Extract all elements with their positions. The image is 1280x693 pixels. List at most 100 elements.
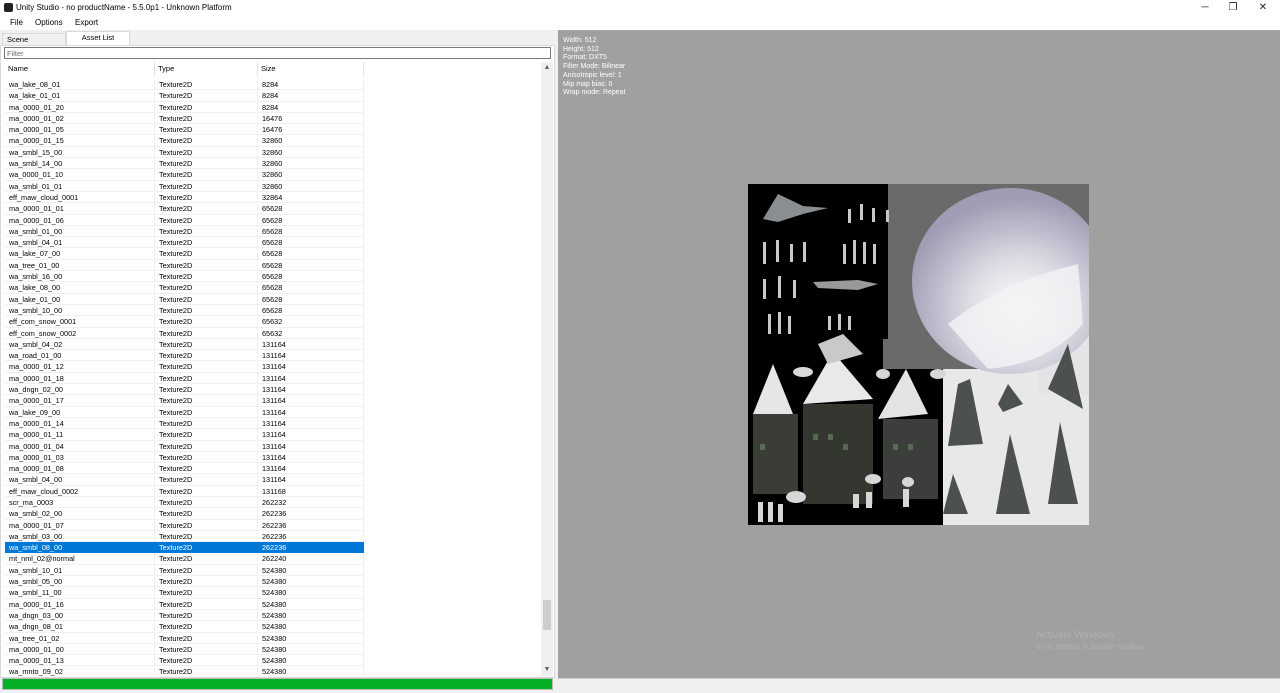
table-row[interactable]: ma_0000_01_13 Texture2D 524380: [5, 655, 541, 667]
table-row[interactable]: wa_mnto_09_02 Texture2D 524380: [5, 666, 541, 676]
table-row[interactable]: ma_0000_01_15 Texture2D 32860: [5, 135, 541, 147]
scroll-thumb[interactable]: [543, 600, 551, 631]
table-row[interactable]: wa_smbl_16_00 Texture2D 65628: [5, 271, 541, 283]
table-row[interactable]: wa_smbl_01_00 Texture2D 65628: [5, 225, 541, 238]
table-row[interactable]: eff_maw_cloud_0002 Texture2D 131168: [5, 485, 541, 497]
column-header-type[interactable]: Type: [155, 62, 258, 76]
table-row[interactable]: ma_0000_01_20 Texture2D 8284: [5, 101, 541, 113]
table-row[interactable]: ma_0000_01_07 Texture2D 262236: [5, 519, 541, 531]
cell-name: ma_0000_01_13: [5, 655, 155, 667]
table-row[interactable]: ma_0000_01_18 Texture2D 131164: [5, 372, 541, 385]
cell-name: wa_smbl_04_02: [5, 338, 155, 351]
column-header-size[interactable]: Size: [258, 62, 364, 76]
table-row[interactable]: wa_dngn_03_00 Texture2D 524380: [5, 609, 541, 622]
table-row[interactable]: wa_smbl_08_00 Texture2D 262236: [5, 542, 541, 554]
table-row[interactable]: wa_smbl_04_00 Texture2D 131164: [5, 474, 541, 486]
table-row[interactable]: wa_smbl_10_01 Texture2D 524380: [5, 564, 541, 577]
table-row[interactable]: eff_maw_cloud_0001 Texture2D 32864: [5, 191, 541, 204]
table-row[interactable]: eff_com_snow_0002 Texture2D 65632: [5, 327, 541, 339]
cell-type: Texture2D: [155, 282, 258, 294]
cell-size: 8284: [258, 79, 364, 91]
cell-type: Texture2D: [155, 271, 258, 283]
table-row[interactable]: ma_0000_01_05 Texture2D 16476: [5, 124, 541, 136]
texture-info: Width: 512 Height: 512 Format: DXT5 Filt…: [563, 37, 626, 98]
cell-type: Texture2D: [155, 542, 258, 554]
table-row[interactable]: ma_0000_01_16 Texture2D 524380: [5, 598, 541, 610]
cell-size: 65628: [258, 271, 364, 283]
table-row[interactable]: wa_tree_01_00 Texture2D 65628: [5, 259, 541, 272]
scroll-down-icon[interactable]: ▼: [541, 664, 553, 676]
cell-size: 65628: [258, 293, 364, 305]
table-row[interactable]: wa_0000_01_10 Texture2D 32860: [5, 169, 541, 181]
table-row[interactable]: wa_smbl_10_00 Texture2D 65628: [5, 304, 541, 317]
filter-input[interactable]: [4, 47, 551, 59]
table-row[interactable]: wa_lake_09_00 Texture2D 131164: [5, 406, 541, 418]
close-button[interactable]: ✕: [1246, 0, 1280, 16]
table-row[interactable]: ma_0000_01_12 Texture2D 131164: [5, 361, 541, 373]
cell-type: Texture2D: [155, 237, 258, 249]
table-row[interactable]: ma_0000_01_04 Texture2D 131164: [5, 440, 541, 452]
table-row[interactable]: ma_0000_01_08 Texture2D 131164: [5, 463, 541, 475]
table-row[interactable]: wa_smbl_02_00 Texture2D 262236: [5, 508, 541, 520]
cell-type: Texture2D: [155, 564, 258, 577]
cell-name: ma_0000_01_02: [5, 112, 155, 125]
table-row[interactable]: wa_lake_01_00 Texture2D 65628: [5, 293, 541, 305]
tab-asset-list[interactable]: Asset List: [66, 31, 130, 46]
cell-name: ma_0000_01_20: [5, 101, 155, 113]
scroll-up-icon[interactable]: ▲: [541, 62, 553, 74]
table-row[interactable]: wa_smbl_01_01 Texture2D 32860: [5, 180, 541, 192]
menu-options[interactable]: Options: [35, 18, 63, 27]
table-row[interactable]: wa_smbl_14_00 Texture2D 32860: [5, 158, 541, 170]
table-row[interactable]: wa_smbl_05_00 Texture2D 524380: [5, 576, 541, 588]
table-row[interactable]: wa_lake_07_00 Texture2D 65628: [5, 248, 541, 260]
table-row[interactable]: ma_0000_01_06 Texture2D 65628: [5, 214, 541, 226]
cell-name: wa_smbl_02_00: [5, 508, 155, 520]
cell-name: wa_smbl_10_00: [5, 304, 155, 317]
table-row[interactable]: wa_smbl_04_01 Texture2D 65628: [5, 237, 541, 249]
tab-strip: Scene Hierarchy Asset List: [0, 31, 555, 56]
info-height: Height: 512: [563, 45, 599, 53]
table-row[interactable]: wa_lake_08_01 Texture2D 8284: [5, 79, 541, 91]
cell-type: Texture2D: [155, 632, 258, 644]
cell-name: wa_smbl_15_00: [5, 146, 155, 159]
table-row[interactable]: mt_nml_02@normal Texture2D 262240: [5, 553, 541, 565]
table-row[interactable]: wa_smbl_11_00 Texture2D 524380: [5, 587, 541, 599]
table-row[interactable]: ma_0000_01_11 Texture2D 131164: [5, 429, 541, 441]
table-row[interactable]: wa_road_01_00 Texture2D 131164: [5, 350, 541, 362]
table-row[interactable]: ma_0000_01_03 Texture2D 131164: [5, 451, 541, 464]
table-row[interactable]: ma_0000_01_01 Texture2D 65628: [5, 203, 541, 215]
cell-type: Texture2D: [155, 327, 258, 339]
table-row[interactable]: ma_0000_01_17 Texture2D 131164: [5, 395, 541, 407]
column-header-name[interactable]: Name: [5, 62, 155, 76]
table-row[interactable]: wa_dngn_08_01 Texture2D 524380: [5, 621, 541, 633]
table-row[interactable]: ma_0000_01_02 Texture2D 16476: [5, 112, 541, 125]
table-row[interactable]: wa_smbl_04_02 Texture2D 131164: [5, 338, 541, 351]
cell-size: 131164: [258, 372, 364, 385]
table-row[interactable]: wa_dngn_02_00 Texture2D 131164: [5, 384, 541, 396]
cell-size: 524380: [258, 598, 364, 610]
table-row[interactable]: ma_0000_01_00 Texture2D 524380: [5, 643, 541, 656]
vertical-scrollbar[interactable]: ▲ ▼: [541, 62, 553, 676]
asset-list: Name Type Size wa_lake_08_01 Texture2D 828…: [5, 62, 541, 676]
cell-type: Texture2D: [155, 169, 258, 181]
table-row[interactable]: eff_com_snow_0001 Texture2D 65632: [5, 316, 541, 328]
table-row[interactable]: wa_smbl_15_00 Texture2D 32860: [5, 146, 541, 159]
table-row[interactable]: wa_lake_08_00 Texture2D 65628: [5, 282, 541, 294]
cell-size: 131168: [258, 485, 364, 497]
cell-size: 524380: [258, 632, 364, 644]
table-row[interactable]: wa_lake_01_01 Texture2D 8284: [5, 90, 541, 102]
menu-export[interactable]: Export: [75, 18, 98, 27]
cell-size: 524380: [258, 621, 364, 633]
table-row[interactable]: wa_tree_01_02 Texture2D 524380: [5, 632, 541, 644]
cell-type: Texture2D: [155, 463, 258, 475]
table-row[interactable]: scr_ma_0003 Texture2D 262232: [5, 496, 541, 509]
table-row[interactable]: wa_smbl_03_00 Texture2D 262236: [5, 530, 541, 543]
maximize-button[interactable]: ❐: [1216, 0, 1250, 16]
cell-size: 32860: [258, 146, 364, 159]
cell-type: Texture2D: [155, 225, 258, 238]
cell-type: Texture2D: [155, 474, 258, 486]
table-row[interactable]: ma_0000_01_14 Texture2D 131164: [5, 417, 541, 430]
cell-type: Texture2D: [155, 146, 258, 159]
window-title: Unity Studio - no productName - 5.5.0p1 …: [16, 3, 232, 12]
menu-file[interactable]: File: [10, 18, 23, 27]
